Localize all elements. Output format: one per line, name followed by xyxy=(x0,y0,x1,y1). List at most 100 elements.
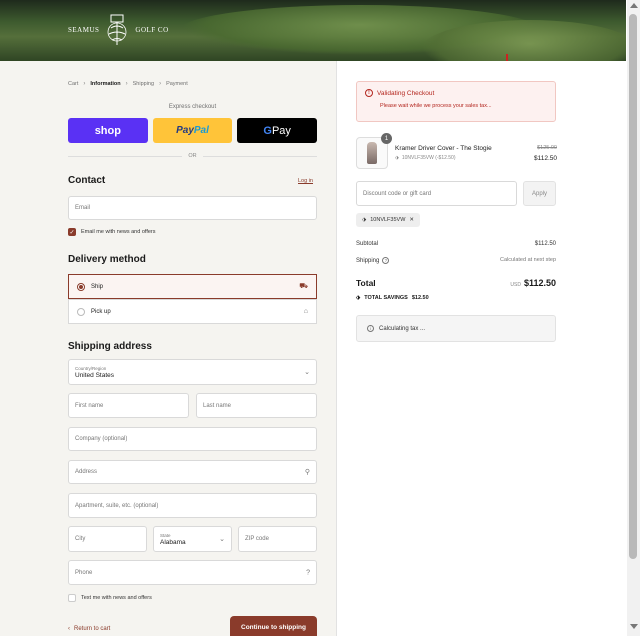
chevron-down-icon: ⌄ xyxy=(219,536,225,543)
or-divider: OR xyxy=(68,153,317,159)
google-pay-button[interactable]: G Pay xyxy=(237,118,318,143)
google-pay-label: Pay xyxy=(271,124,291,137)
express-checkout-label: Express checkout xyxy=(168,104,217,110)
alert-title: Validating Checkout xyxy=(377,89,435,97)
tag-icon: ⬗ xyxy=(356,295,361,301)
checkout-form-panel: Cart › Information › Shipping › Payment … xyxy=(0,61,337,636)
sms-news-checkbox[interactable] xyxy=(68,594,76,602)
sms-news-row[interactable]: Text me with news and offers xyxy=(68,594,152,602)
apartment-placeholder: Apartment, suite, etc. (optional) xyxy=(75,502,159,509)
breadcrumb-payment: Payment xyxy=(166,81,188,87)
brand-logo[interactable]: SEAMUS GOLF CO xyxy=(68,11,169,49)
ship-radio[interactable] xyxy=(77,282,85,291)
express-buttons: shop Pay Pal G Pay xyxy=(68,118,318,143)
help-icon[interactable]: ? xyxy=(382,257,390,264)
pickup-radio[interactable] xyxy=(77,307,85,316)
breadcrumb-shipping: Shipping xyxy=(132,81,155,87)
scroll-up-arrow-icon[interactable] xyxy=(630,3,638,8)
last-name-placeholder: Last name xyxy=(203,402,232,409)
shipping-address-heading: Shipping address xyxy=(68,341,152,352)
product-original-price: $125.00 xyxy=(537,145,557,151)
email-placeholder: Email xyxy=(75,205,91,211)
or-label: OR xyxy=(188,153,197,159)
warning-icon: ! xyxy=(365,89,373,97)
discount-placeholder: Discount code or gift card xyxy=(363,190,432,197)
first-name-placeholder: First name xyxy=(75,402,104,409)
contact-heading: Contact xyxy=(68,175,106,186)
total-label: Total xyxy=(356,278,376,288)
store-icon: ⌂ xyxy=(303,308,308,315)
return-to-cart-label: Return to cart xyxy=(74,626,111,632)
shop-pay-button[interactable]: shop xyxy=(68,118,148,143)
tag-icon: ⬗ xyxy=(362,217,367,223)
email-news-label: Email me with news and offers xyxy=(81,229,156,235)
tag-icon: ⬗ xyxy=(395,155,399,161)
company-placeholder: Company (optional) xyxy=(75,436,128,442)
chevron-left-icon: ‹ xyxy=(68,626,70,632)
crest-icon xyxy=(108,14,127,45)
subtotal-label: Subtotal xyxy=(356,241,379,247)
address-placeholder: Address xyxy=(75,469,98,475)
discount-code-input[interactable]: Discount code or gift card xyxy=(356,181,517,206)
breadcrumb-cart[interactable]: Cart xyxy=(68,81,78,87)
shipping-label: Shipping xyxy=(356,257,380,264)
return-to-cart-link[interactable]: ‹ Return to cart xyxy=(68,626,110,632)
truck-icon: ⛟ xyxy=(299,283,308,290)
city-placeholder: City xyxy=(75,536,86,542)
scroll-down-arrow-icon[interactable] xyxy=(630,624,638,629)
email-field[interactable]: Email xyxy=(68,196,317,220)
login-link[interactable]: Log in xyxy=(298,178,313,184)
city-field[interactable]: City xyxy=(68,526,147,552)
quantity-badge: 1 xyxy=(381,133,392,144)
alert-message: Please wait while we process your sales … xyxy=(380,103,492,109)
delivery-option-pickup[interactable]: Pick up ⌂ xyxy=(68,299,317,324)
apply-discount-button[interactable]: Apply xyxy=(523,181,556,206)
country-value: United States xyxy=(75,371,115,379)
help-icon[interactable]: ? xyxy=(306,569,310,576)
brand-word-left: SEAMUS xyxy=(68,26,100,34)
continue-to-shipping-button[interactable]: Continue to shipping xyxy=(230,616,317,636)
close-icon[interactable]: ✕ xyxy=(409,217,414,223)
product-price: $112.50 xyxy=(533,155,557,162)
state-value: Alabama xyxy=(160,538,186,546)
country-select[interactable]: Country/Region United States ⌄ xyxy=(68,359,317,385)
chevron-right-icon: › xyxy=(159,81,162,87)
validating-alert: ! Validating Checkout Please wait while … xyxy=(356,81,556,122)
search-icon: ⚲ xyxy=(304,469,310,476)
discount-code-text: 10NVLF35VW xyxy=(370,217,406,223)
calculating-tax-notice: i Calculating tax ... xyxy=(356,315,556,342)
product-discount-line: ⬗ 10NVLF35VW (-$12.50) xyxy=(395,155,456,161)
total-value: $112.50 xyxy=(523,278,556,288)
country-label: Country/Region xyxy=(75,365,107,371)
apartment-field[interactable]: Apartment, suite, etc. (optional) xyxy=(68,493,317,518)
chevron-right-icon: › xyxy=(83,81,86,87)
savings-label: TOTAL SAVINGS xyxy=(364,295,408,301)
shipping-value: Calculated at next step xyxy=(500,257,556,263)
sms-news-label: Text me with news and offers xyxy=(81,595,152,601)
email-news-row[interactable]: ✓ Email me with news and offers xyxy=(68,228,156,236)
product-image xyxy=(367,142,377,164)
last-name-field[interactable]: Last name xyxy=(196,393,317,418)
divider-line xyxy=(202,155,317,157)
delivery-option-ship[interactable]: Ship ⛟ xyxy=(68,274,317,299)
continue-label: Continue to shipping xyxy=(241,623,306,631)
company-field[interactable]: Company (optional) xyxy=(68,427,317,451)
state-select[interactable]: State Alabama ⌄ xyxy=(153,526,232,552)
zip-placeholder: ZIP code xyxy=(245,536,269,542)
shop-pay-label: shop xyxy=(94,124,121,137)
header-banner: SEAMUS GOLF CO xyxy=(0,0,626,61)
order-summary-panel: ! Validating Checkout Please wait while … xyxy=(338,61,626,636)
total-savings-row: ⬗ TOTAL SAVINGS $12.50 xyxy=(356,295,429,301)
paypal-button[interactable]: Pay Pal xyxy=(152,118,233,143)
first-name-field[interactable]: First name xyxy=(68,393,189,418)
state-label: State xyxy=(160,532,171,538)
breadcrumb-information: Information xyxy=(90,81,121,87)
address-field[interactable]: Address ⚲ xyxy=(68,460,317,484)
shipping-row: Shipping ? Calculated at next step xyxy=(356,257,556,264)
email-news-checkbox[interactable]: ✓ xyxy=(68,228,76,236)
zip-field[interactable]: ZIP code xyxy=(238,526,317,552)
savings-value: $12.50 xyxy=(411,295,429,301)
phone-field[interactable]: Phone ? xyxy=(68,560,317,585)
paypal-label-a: Pay xyxy=(176,125,194,136)
scrollbar-thumb[interactable] xyxy=(629,14,637,559)
